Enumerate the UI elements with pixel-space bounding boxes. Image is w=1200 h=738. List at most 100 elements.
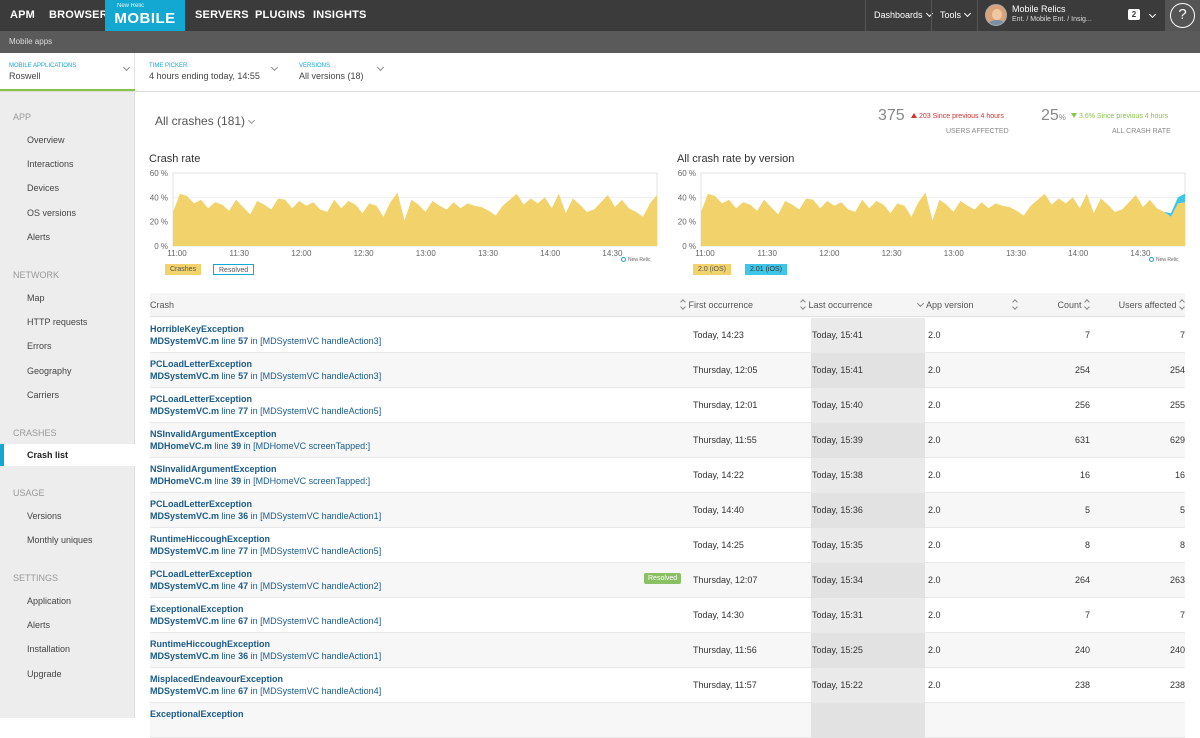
sidebar-item-monthly-uniques[interactable]: Monthly uniques — [0, 529, 135, 551]
line-number: 67 — [238, 686, 249, 696]
nav-plugins[interactable]: PLUGINS — [255, 0, 305, 31]
column-count[interactable]: Count — [1038, 293, 1090, 317]
exception-location[interactable]: MDHomeVC.m line 39 in [MDHomeVC screenTa… — [150, 476, 370, 486]
table-row[interactable]: NSInvalidArgumentException MDHomeVC.m lin… — [150, 423, 1185, 458]
legend-resolved[interactable]: Resolved — [213, 264, 255, 275]
tools-menu[interactable]: Tools — [931, 0, 978, 31]
user-name[interactable]: Mobile Relics — [1012, 4, 1066, 14]
in-word: in — [243, 476, 251, 486]
table-row[interactable]: ExceptionalException MDSystemVC.m line 67… — [150, 598, 1185, 633]
exception-name[interactable]: PCLoadLetterException — [150, 499, 252, 509]
sidebar-item-errors[interactable]: Errors — [0, 335, 135, 357]
table-row[interactable]: PCLoadLetterException MDSystemVC.m line 3… — [150, 493, 1185, 528]
column-crash[interactable]: Crash — [150, 293, 174, 317]
help-button[interactable]: ? — [1165, 0, 1200, 31]
exception-location[interactable]: MDSystemVC.m line 67 in [MDSystemVC hand… — [150, 616, 381, 626]
column-app-version-sort[interactable] — [1012, 293, 1018, 317]
exception-name[interactable]: RuntimeHiccoughException — [150, 534, 270, 544]
versions-picker[interactable]: VERSIONS All versions (18) — [299, 53, 389, 92]
exception-name[interactable]: HorribleKeyException — [150, 324, 244, 334]
sidebar-item-installation[interactable]: Installation — [0, 638, 135, 660]
time-picker[interactable]: TIME PICKER 4 hours ending today, 14:55 — [149, 53, 279, 92]
in-word: in — [250, 581, 258, 591]
line-word: line — [221, 371, 236, 381]
table-row[interactable]: PCLoadLetterException MDSystemVC.m line 5… — [150, 353, 1185, 388]
sidebar-item-crash-list[interactable]: Crash list — [0, 444, 135, 466]
sidebar-item-overview[interactable]: Overview — [0, 129, 135, 151]
sidebar-item-carriers[interactable]: Carriers — [0, 384, 135, 406]
exception-location[interactable]: MDSystemVC.m line 57 in [MDSystemVC hand… — [150, 371, 381, 381]
sidebar-item-os-versions[interactable]: OS versions — [0, 202, 135, 224]
sidebar-item-http-requests[interactable]: HTTP requests — [0, 311, 135, 333]
nav-insights[interactable]: INSIGHTS — [313, 0, 367, 31]
watermark-text: New Relic — [1156, 257, 1179, 263]
x-tick-label: 11:00 — [695, 249, 715, 258]
table-row[interactable]: RuntimeHiccoughException MDSystemVC.m lin… — [150, 528, 1185, 563]
exception-location[interactable]: MDSystemVC.m line 77 in [MDSystemVC hand… — [150, 406, 381, 416]
tools-label: Tools — [940, 10, 962, 20]
legend-version-2-01[interactable]: 2.01 (iOS) — [745, 264, 787, 275]
legend-crashes[interactable]: Crashes — [165, 264, 202, 275]
column-first-occurrence[interactable]: First occurrence — [680, 293, 754, 317]
exception-location[interactable]: MDSystemVC.m line 36 in [MDSystemVC hand… — [150, 651, 381, 661]
dashboards-menu[interactable]: Dashboards — [865, 0, 940, 31]
legend-version-2-0[interactable]: 2.0 (iOS) — [693, 264, 732, 275]
exception-name[interactable]: ExceptionalException — [150, 604, 244, 614]
sidebar-item-interactions[interactable]: Interactions — [0, 153, 135, 175]
exception-location[interactable]: MDSystemVC.m line 77 in [MDSystemVC hand… — [150, 546, 381, 556]
nav-mobile-logo[interactable]: New Relic MOBILE — [105, 0, 185, 31]
crash-rate-number: 25 — [1041, 107, 1059, 124]
exception-location[interactable]: MDSystemVC.m line 67 in [MDSystemVC hand… — [150, 686, 381, 696]
chevron-down-icon[interactable] — [1148, 10, 1157, 19]
notification-badge[interactable]: 2 — [1128, 9, 1140, 20]
in-word: in — [250, 686, 258, 696]
sidebar-item-geography[interactable]: Geography — [0, 360, 135, 382]
table-row[interactable]: RuntimeHiccoughException MDSystemVC.m lin… — [150, 633, 1185, 668]
sidebar-item-application[interactable]: Application — [0, 590, 135, 612]
table-row[interactable]: MisplacedEndeavourException MDSystemVC.m … — [150, 668, 1185, 703]
column-users-affected[interactable]: Users affected — [1090, 293, 1185, 317]
table-row[interactable]: PCLoadLetterException MDSystemVC.m line 7… — [150, 388, 1185, 423]
crash-filter-select[interactable]: All crashes (181) — [155, 114, 256, 128]
sidebar-item-settings-alerts[interactable]: Alerts — [0, 614, 135, 636]
exception-name[interactable]: PCLoadLetterException — [150, 359, 252, 369]
crash-cell: MisplacedEndeavourException MDSystemVC.m … — [150, 668, 690, 703]
exception-location[interactable]: MDSystemVC.m line 36 in [MDSystemVC hand… — [150, 511, 381, 521]
exception-name[interactable]: PCLoadLetterException — [150, 569, 252, 579]
crash-cell: ExceptionalException — [150, 703, 690, 738]
exception-location[interactable]: MDHomeVC.m line 39 in [MDHomeVC screenTa… — [150, 441, 370, 451]
table-row[interactable]: PCLoadLetterException MDSystemVC.m line 4… — [150, 563, 1185, 598]
sidebar-item-map[interactable]: Map — [0, 287, 135, 309]
users-affected: 238 — [1169, 680, 1185, 690]
mobile-app-picker[interactable]: MOBILE APPLICATIONS Roswell — [9, 53, 135, 92]
nav-browser[interactable]: BROWSER — [49, 0, 108, 31]
user-avatar[interactable] — [985, 4, 1007, 26]
sidebar-item-alerts[interactable]: Alerts — [0, 226, 135, 248]
exception-name[interactable]: NSInvalidArgumentException — [150, 464, 277, 474]
sidebar-item-devices[interactable]: Devices — [0, 177, 135, 199]
in-word: in — [250, 651, 258, 661]
exception-name[interactable]: PCLoadLetterException — [150, 394, 252, 404]
exception-name[interactable]: RuntimeHiccoughException — [150, 639, 270, 649]
column-app-version[interactable]: App version — [916, 293, 974, 317]
table-row[interactable]: NSInvalidArgumentException MDHomeVC.m lin… — [150, 458, 1185, 493]
crash-rate-label: ALL CRASH RATE — [1112, 128, 1171, 135]
nav-apm[interactable]: APM — [10, 0, 35, 31]
app-version: 2.0 — [928, 645, 941, 655]
exception-location[interactable]: MDSystemVC.m line 57 in [MDSystemVC hand… — [150, 336, 381, 346]
breadcrumb-mobile-apps[interactable]: Mobile apps — [9, 37, 52, 46]
line-number: 39 — [231, 441, 242, 451]
exception-name[interactable]: NSInvalidArgumentException — [150, 429, 277, 439]
exception-name[interactable]: MisplacedEndeavourException — [150, 674, 283, 684]
sidebar-item-versions[interactable]: Versions — [0, 505, 135, 527]
column-last-occurrence[interactable]: Last occurrence — [800, 293, 873, 317]
table-row[interactable]: ExceptionalException — [150, 703, 1185, 738]
nav-servers[interactable]: SERVERS — [195, 0, 249, 31]
user-account[interactable]: Ent. / Mobile Ent. / Insig... — [1012, 16, 1092, 23]
sidebar-item-upgrade[interactable]: Upgrade — [0, 663, 135, 685]
chevron-down-icon — [963, 9, 972, 18]
exception-location[interactable]: MDSystemVC.m line 47 in [MDSystemVC hand… — [150, 581, 381, 591]
table-row[interactable]: HorribleKeyException MDSystemVC.m line 57… — [150, 318, 1185, 353]
users-affected: 240 — [1169, 645, 1185, 655]
app-version: 2.0 — [928, 435, 941, 445]
